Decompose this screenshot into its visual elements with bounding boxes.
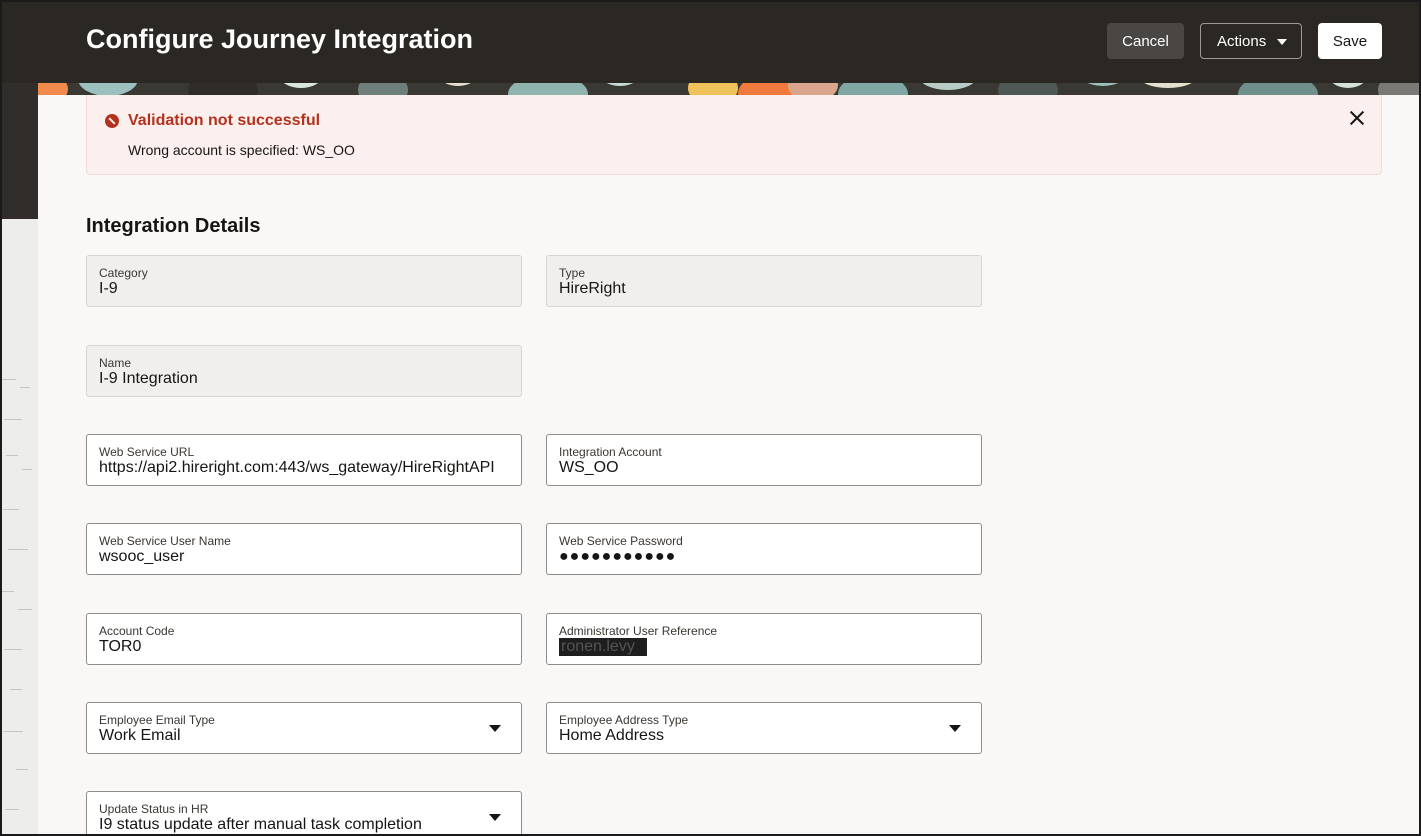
page-title: Configure Journey Integration bbox=[86, 24, 474, 54]
category-field: Category I-9 bbox=[86, 255, 522, 307]
left-background-texture bbox=[0, 219, 38, 836]
update-status-in-hr-select[interactable]: Update Status in HR I9 status update aft… bbox=[86, 791, 522, 836]
field-label: Integration Account bbox=[559, 445, 662, 459]
save-button[interactable]: Save bbox=[1318, 23, 1382, 59]
chevron-down-icon[interactable] bbox=[489, 725, 501, 732]
web-service-user-name-input[interactable]: Web Service User Name wsooc_user bbox=[86, 523, 522, 575]
web-service-url-input[interactable]: Web Service URL https://api2.hireright.c… bbox=[86, 434, 522, 486]
field-value: I-9 Integration bbox=[99, 370, 198, 387]
field-value[interactable]: Home Address bbox=[559, 727, 941, 745]
actions-label: Actions bbox=[1217, 32, 1267, 50]
field-value[interactable]: I9 status update after manual task compl… bbox=[99, 816, 481, 834]
chevron-down-icon[interactable] bbox=[489, 814, 501, 821]
field-label: Employee Address Type bbox=[559, 713, 689, 727]
actions-menu-button[interactable]: Actions bbox=[1200, 23, 1302, 59]
type-field: Type HireRight bbox=[546, 255, 982, 307]
redacted-value: ronen.levy bbox=[559, 638, 647, 656]
validation-error-alert: Validation not successful Wrong account … bbox=[86, 95, 1382, 175]
field-value[interactable]: Work Email bbox=[99, 727, 481, 745]
cancel-button[interactable]: Cancel bbox=[1107, 23, 1184, 59]
section-title: Integration Details bbox=[86, 215, 261, 237]
administrator-user-reference-input[interactable]: Administrator User Reference ronen.levy bbox=[546, 613, 982, 665]
field-value[interactable]: ronen.levy bbox=[559, 638, 969, 656]
alert-message: Wrong account is specified: WS_OO bbox=[128, 142, 355, 158]
field-label: Name bbox=[99, 356, 132, 370]
field-label: Employee Email Type bbox=[99, 713, 215, 727]
field-value: I-9 bbox=[99, 280, 118, 297]
field-value[interactable]: https://api2.hireright.com:443/ws_gatewa… bbox=[99, 459, 519, 477]
field-label: Update Status in HR bbox=[99, 802, 209, 816]
close-icon[interactable] bbox=[1347, 108, 1367, 128]
error-circle-icon bbox=[105, 114, 119, 128]
integration-account-input[interactable]: Integration Account WS_OO bbox=[546, 434, 982, 486]
chevron-down-icon[interactable] bbox=[949, 725, 961, 732]
employee-address-type-select[interactable]: Employee Address Type Home Address bbox=[546, 702, 982, 754]
field-value: HireRight bbox=[559, 280, 626, 297]
page-header: Configure Journey Integration Cancel Act… bbox=[0, 0, 1421, 83]
field-label: Web Service User Name bbox=[99, 534, 231, 548]
employee-email-type-select[interactable]: Employee Email Type Work Email bbox=[86, 702, 522, 754]
field-label: Type bbox=[559, 266, 586, 280]
chevron-down-icon bbox=[1277, 39, 1287, 45]
alert-title: Validation not successful bbox=[128, 112, 321, 129]
field-label: Web Service URL bbox=[99, 445, 195, 459]
field-label: Web Service Password bbox=[559, 534, 683, 548]
field-label: Category bbox=[99, 266, 148, 280]
main-content: Validation not successful Wrong account … bbox=[38, 95, 1421, 836]
web-service-password-input[interactable]: Web Service Password ●●●●●●●●●●● bbox=[546, 523, 982, 575]
field-value[interactable]: ●●●●●●●●●●● bbox=[559, 548, 969, 566]
account-code-input[interactable]: Account Code TOR0 bbox=[86, 613, 522, 665]
field-value[interactable]: wsooc_user bbox=[99, 548, 509, 566]
field-label: Administrator User Reference bbox=[559, 624, 718, 638]
field-value[interactable]: WS_OO bbox=[559, 459, 969, 477]
name-field: Name I-9 Integration bbox=[86, 345, 522, 397]
field-label: Account Code bbox=[99, 624, 175, 638]
field-value[interactable]: TOR0 bbox=[99, 638, 509, 656]
